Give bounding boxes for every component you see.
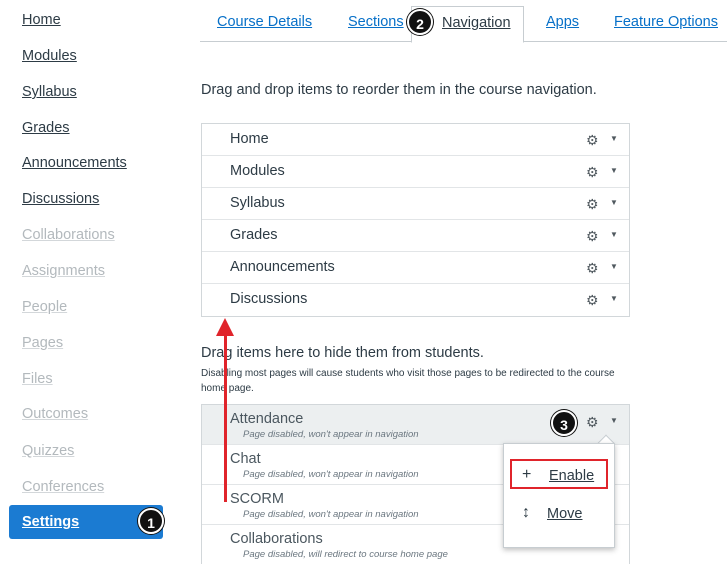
sidebar-item-modules[interactable]: Modules xyxy=(22,48,77,64)
settings-tab-bar: Course Details Sections Navigation Apps … xyxy=(200,6,727,43)
sidebar-item-conferences[interactable]: Conferences xyxy=(22,479,104,495)
sidebar-item-outcomes[interactable]: Outcomes xyxy=(22,406,88,422)
sidebar-item-home[interactable]: Home xyxy=(22,12,61,28)
sidebar-item-syllabus[interactable]: Syllabus xyxy=(22,84,77,100)
nav-list-item-syllabus[interactable]: Syllabus ⚙ ▼ xyxy=(202,188,629,220)
nav-list-item-label: Home xyxy=(230,131,269,147)
disabled-item-name: SCORM xyxy=(230,491,284,507)
nav-list-item-label: Modules xyxy=(230,163,285,179)
gear-icon[interactable]: ⚙ xyxy=(586,260,599,277)
hide-items-title: Drag items here to hide them from studen… xyxy=(201,345,484,361)
caret-down-icon[interactable]: ▼ xyxy=(610,230,618,239)
sidebar-item-files[interactable]: Files xyxy=(22,371,53,387)
tab-course-details[interactable]: Course Details xyxy=(217,14,312,30)
hide-items-note: Disabling most pages will cause students… xyxy=(201,368,615,394)
disabled-item-note: Page disabled, won't appear in navigatio… xyxy=(243,469,419,480)
nav-list-item-grades[interactable]: Grades ⚙ ▼ xyxy=(202,220,629,252)
nav-list-item-label: Discussions xyxy=(230,291,308,307)
red-arrow-head xyxy=(216,318,234,336)
disabled-item-name: Collaborations xyxy=(230,531,323,547)
nav-list-item-modules[interactable]: Modules ⚙ ▼ xyxy=(202,156,629,188)
enable-menu-item[interactable]: + Enable xyxy=(510,459,608,489)
course-navigation-sidebar: Home Modules Syllabus Grades Announcemen… xyxy=(0,0,170,564)
sidebar-item-assignments[interactable]: Assignments xyxy=(22,263,105,279)
sidebar-item-settings-label: Settings xyxy=(22,514,80,530)
disabled-item-note: Page disabled, will redirect to course h… xyxy=(243,549,448,560)
caret-down-icon[interactable]: ▼ xyxy=(610,134,618,143)
item-options-menu: + Enable ↕ Move xyxy=(503,443,615,548)
nav-list-item-label: Syllabus xyxy=(230,195,285,211)
sidebar-item-pages[interactable]: Pages xyxy=(22,335,63,351)
move-icon: ↕ xyxy=(522,504,530,521)
nav-list-item-discussions[interactable]: Discussions ⚙ ▼ xyxy=(202,284,629,316)
nav-list-item-home[interactable]: Home ⚙ ▼ xyxy=(202,124,629,156)
disabled-item-name: Attendance xyxy=(230,411,304,427)
red-arrow-shaft xyxy=(224,332,227,502)
sidebar-item-collaborations[interactable]: Collaborations xyxy=(22,227,115,243)
move-label: Move xyxy=(547,506,583,522)
reorder-instructions: Drag and drop items to reorder them in t… xyxy=(201,82,597,98)
gear-icon[interactable]: ⚙ xyxy=(586,196,599,213)
gear-icon[interactable]: ⚙ xyxy=(586,164,599,181)
caret-down-icon[interactable]: ▼ xyxy=(610,198,618,207)
callout-badge-3: 3 xyxy=(551,410,577,436)
disabled-item-note: Page disabled, won't appear in navigatio… xyxy=(243,429,419,440)
caret-down-icon[interactable]: ▼ xyxy=(610,294,618,303)
caret-down-icon[interactable]: ▼ xyxy=(610,262,618,271)
disabled-item-note: Page disabled, won't appear in navigatio… xyxy=(243,509,419,520)
move-menu-item[interactable]: ↕ Move xyxy=(510,499,608,529)
disabled-item-name: Chat xyxy=(230,451,261,467)
plus-icon: + xyxy=(522,466,532,483)
tab-apps[interactable]: Apps xyxy=(546,14,579,30)
gear-icon[interactable]: ⚙ xyxy=(586,228,599,245)
enabled-navigation-list: Home ⚙ ▼ Modules ⚙ ▼ Syllabus ⚙ ▼ Grades… xyxy=(201,123,630,317)
callout-badge-1: 1 xyxy=(138,508,164,534)
gear-icon[interactable]: ⚙ xyxy=(586,292,599,309)
gear-icon[interactable]: ⚙ xyxy=(586,414,599,431)
gear-icon[interactable]: ⚙ xyxy=(586,132,599,149)
nav-list-item-label: Announcements xyxy=(230,259,335,275)
caret-down-icon[interactable]: ▼ xyxy=(610,416,618,425)
sidebar-item-announcements[interactable]: Announcements xyxy=(22,155,127,171)
nav-list-item-announcements[interactable]: Announcements ⚙ ▼ xyxy=(202,252,629,284)
tab-sections[interactable]: Sections xyxy=(348,14,404,30)
sidebar-item-people[interactable]: People xyxy=(22,299,67,315)
sidebar-item-quizzes[interactable]: Quizzes xyxy=(22,443,74,459)
tab-feature-options[interactable]: Feature Options xyxy=(614,14,718,30)
callout-badge-2: 2 xyxy=(407,9,433,35)
sidebar-item-grades[interactable]: Grades xyxy=(22,120,70,136)
nav-list-item-label: Grades xyxy=(230,227,278,243)
sidebar-item-discussions[interactable]: Discussions xyxy=(22,191,99,207)
caret-down-icon[interactable]: ▼ xyxy=(610,166,618,175)
enable-label: Enable xyxy=(549,468,595,484)
